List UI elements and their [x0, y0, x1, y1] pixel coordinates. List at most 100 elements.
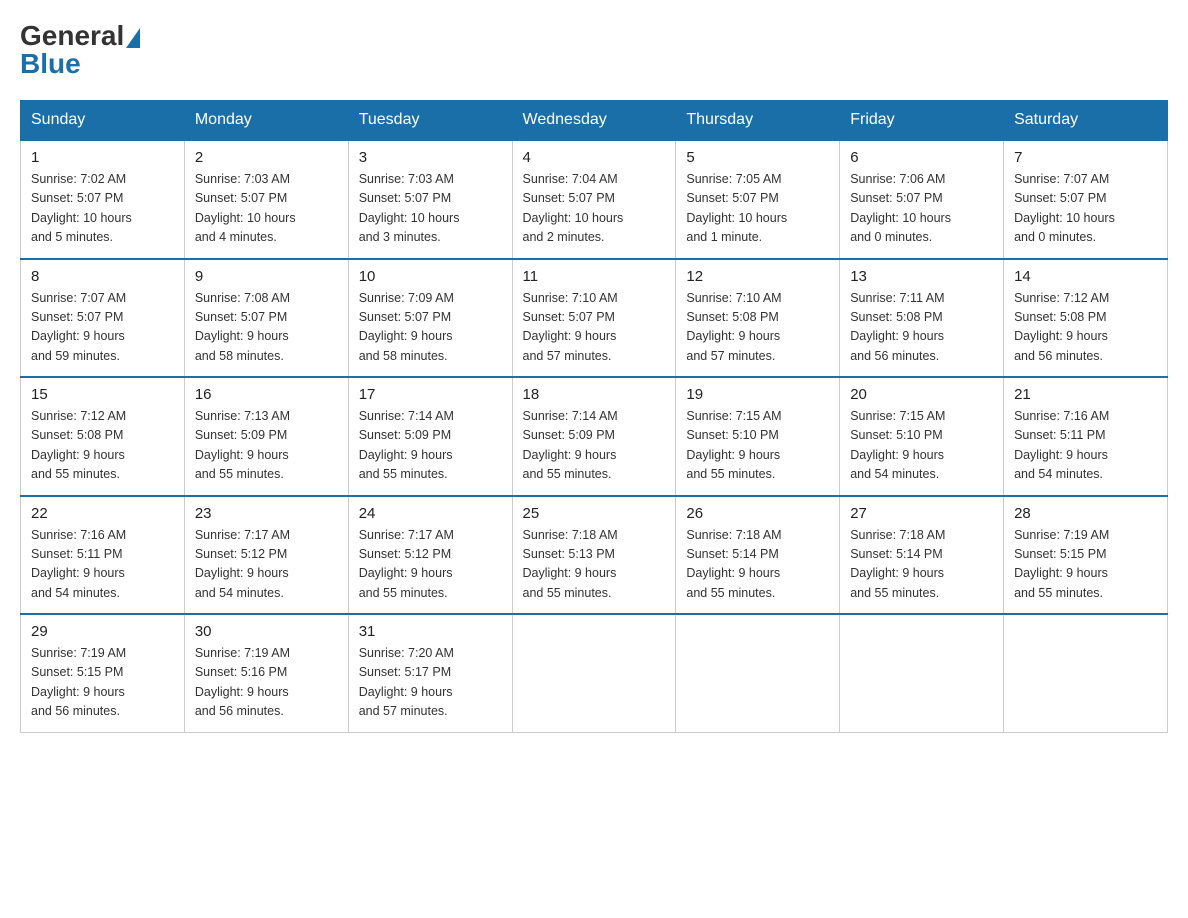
day-info: Sunrise: 7:14 AMSunset: 5:09 PMDaylight:… — [523, 407, 666, 485]
day-info: Sunrise: 7:03 AMSunset: 5:07 PMDaylight:… — [195, 170, 338, 248]
day-info: Sunrise: 7:17 AMSunset: 5:12 PMDaylight:… — [359, 526, 502, 604]
day-info: Sunrise: 7:08 AMSunset: 5:07 PMDaylight:… — [195, 289, 338, 367]
page-header: General Blue — [20, 20, 1168, 80]
day-number: 23 — [195, 505, 338, 522]
day-number: 9 — [195, 268, 338, 285]
calendar-cell: 29 Sunrise: 7:19 AMSunset: 5:15 PMDaylig… — [21, 614, 185, 732]
day-number: 5 — [686, 149, 829, 166]
day-number: 6 — [850, 149, 993, 166]
logo-triangle-icon — [126, 28, 140, 48]
calendar-cell: 25 Sunrise: 7:18 AMSunset: 5:13 PMDaylig… — [512, 496, 676, 615]
week-row-5: 29 Sunrise: 7:19 AMSunset: 5:15 PMDaylig… — [21, 614, 1168, 732]
day-info: Sunrise: 7:12 AMSunset: 5:08 PMDaylight:… — [31, 407, 174, 485]
day-number: 19 — [686, 386, 829, 403]
day-info: Sunrise: 7:13 AMSunset: 5:09 PMDaylight:… — [195, 407, 338, 485]
day-info: Sunrise: 7:17 AMSunset: 5:12 PMDaylight:… — [195, 526, 338, 604]
day-info: Sunrise: 7:04 AMSunset: 5:07 PMDaylight:… — [523, 170, 666, 248]
calendar-cell: 1 Sunrise: 7:02 AMSunset: 5:07 PMDayligh… — [21, 140, 185, 259]
calendar-cell: 13 Sunrise: 7:11 AMSunset: 5:08 PMDaylig… — [840, 259, 1004, 378]
day-info: Sunrise: 7:11 AMSunset: 5:08 PMDaylight:… — [850, 289, 993, 367]
day-info: Sunrise: 7:19 AMSunset: 5:15 PMDaylight:… — [31, 644, 174, 722]
day-number: 31 — [359, 623, 502, 640]
day-number: 3 — [359, 149, 502, 166]
day-number: 4 — [523, 149, 666, 166]
weekday-header-wednesday: Wednesday — [512, 101, 676, 141]
calendar-cell: 21 Sunrise: 7:16 AMSunset: 5:11 PMDaylig… — [1004, 377, 1168, 496]
day-info: Sunrise: 7:10 AMSunset: 5:07 PMDaylight:… — [523, 289, 666, 367]
weekday-header-tuesday: Tuesday — [348, 101, 512, 141]
calendar-cell — [1004, 614, 1168, 732]
day-info: Sunrise: 7:16 AMSunset: 5:11 PMDaylight:… — [31, 526, 174, 604]
day-number: 21 — [1014, 386, 1157, 403]
day-info: Sunrise: 7:14 AMSunset: 5:09 PMDaylight:… — [359, 407, 502, 485]
calendar-cell: 19 Sunrise: 7:15 AMSunset: 5:10 PMDaylig… — [676, 377, 840, 496]
day-number: 28 — [1014, 505, 1157, 522]
day-info: Sunrise: 7:18 AMSunset: 5:13 PMDaylight:… — [523, 526, 666, 604]
day-info: Sunrise: 7:18 AMSunset: 5:14 PMDaylight:… — [850, 526, 993, 604]
day-number: 8 — [31, 268, 174, 285]
logo: General Blue — [20, 20, 140, 80]
day-info: Sunrise: 7:10 AMSunset: 5:08 PMDaylight:… — [686, 289, 829, 367]
calendar-cell — [840, 614, 1004, 732]
calendar-cell: 31 Sunrise: 7:20 AMSunset: 5:17 PMDaylig… — [348, 614, 512, 732]
day-info: Sunrise: 7:15 AMSunset: 5:10 PMDaylight:… — [686, 407, 829, 485]
calendar-cell: 9 Sunrise: 7:08 AMSunset: 5:07 PMDayligh… — [184, 259, 348, 378]
calendar-cell: 16 Sunrise: 7:13 AMSunset: 5:09 PMDaylig… — [184, 377, 348, 496]
day-info: Sunrise: 7:12 AMSunset: 5:08 PMDaylight:… — [1014, 289, 1157, 367]
calendar-cell — [512, 614, 676, 732]
calendar-cell: 2 Sunrise: 7:03 AMSunset: 5:07 PMDayligh… — [184, 140, 348, 259]
day-info: Sunrise: 7:18 AMSunset: 5:14 PMDaylight:… — [686, 526, 829, 604]
calendar-cell: 11 Sunrise: 7:10 AMSunset: 5:07 PMDaylig… — [512, 259, 676, 378]
day-info: Sunrise: 7:05 AMSunset: 5:07 PMDaylight:… — [686, 170, 829, 248]
day-info: Sunrise: 7:16 AMSunset: 5:11 PMDaylight:… — [1014, 407, 1157, 485]
day-number: 14 — [1014, 268, 1157, 285]
weekday-header-sunday: Sunday — [21, 101, 185, 141]
calendar-cell: 22 Sunrise: 7:16 AMSunset: 5:11 PMDaylig… — [21, 496, 185, 615]
calendar-cell: 5 Sunrise: 7:05 AMSunset: 5:07 PMDayligh… — [676, 140, 840, 259]
day-info: Sunrise: 7:20 AMSunset: 5:17 PMDaylight:… — [359, 644, 502, 722]
day-info: Sunrise: 7:19 AMSunset: 5:16 PMDaylight:… — [195, 644, 338, 722]
day-number: 7 — [1014, 149, 1157, 166]
day-info: Sunrise: 7:06 AMSunset: 5:07 PMDaylight:… — [850, 170, 993, 248]
day-info: Sunrise: 7:07 AMSunset: 5:07 PMDaylight:… — [31, 289, 174, 367]
week-row-4: 22 Sunrise: 7:16 AMSunset: 5:11 PMDaylig… — [21, 496, 1168, 615]
day-number: 10 — [359, 268, 502, 285]
day-number: 1 — [31, 149, 174, 166]
calendar-cell: 23 Sunrise: 7:17 AMSunset: 5:12 PMDaylig… — [184, 496, 348, 615]
weekday-header-thursday: Thursday — [676, 101, 840, 141]
calendar-cell: 24 Sunrise: 7:17 AMSunset: 5:12 PMDaylig… — [348, 496, 512, 615]
day-info: Sunrise: 7:02 AMSunset: 5:07 PMDaylight:… — [31, 170, 174, 248]
calendar-cell: 7 Sunrise: 7:07 AMSunset: 5:07 PMDayligh… — [1004, 140, 1168, 259]
day-number: 30 — [195, 623, 338, 640]
day-number: 12 — [686, 268, 829, 285]
calendar-cell: 28 Sunrise: 7:19 AMSunset: 5:15 PMDaylig… — [1004, 496, 1168, 615]
calendar-cell: 15 Sunrise: 7:12 AMSunset: 5:08 PMDaylig… — [21, 377, 185, 496]
day-number: 25 — [523, 505, 666, 522]
day-info: Sunrise: 7:07 AMSunset: 5:07 PMDaylight:… — [1014, 170, 1157, 248]
day-number: 24 — [359, 505, 502, 522]
calendar-cell: 10 Sunrise: 7:09 AMSunset: 5:07 PMDaylig… — [348, 259, 512, 378]
day-number: 16 — [195, 386, 338, 403]
calendar-cell: 18 Sunrise: 7:14 AMSunset: 5:09 PMDaylig… — [512, 377, 676, 496]
week-row-3: 15 Sunrise: 7:12 AMSunset: 5:08 PMDaylig… — [21, 377, 1168, 496]
day-number: 29 — [31, 623, 174, 640]
day-info: Sunrise: 7:03 AMSunset: 5:07 PMDaylight:… — [359, 170, 502, 248]
calendar-cell: 6 Sunrise: 7:06 AMSunset: 5:07 PMDayligh… — [840, 140, 1004, 259]
day-number: 17 — [359, 386, 502, 403]
calendar-cell: 17 Sunrise: 7:14 AMSunset: 5:09 PMDaylig… — [348, 377, 512, 496]
logo-blue-text: Blue — [20, 48, 81, 80]
day-number: 15 — [31, 386, 174, 403]
day-number: 13 — [850, 268, 993, 285]
calendar-cell: 8 Sunrise: 7:07 AMSunset: 5:07 PMDayligh… — [21, 259, 185, 378]
weekday-header-row: SundayMondayTuesdayWednesdayThursdayFrid… — [21, 101, 1168, 141]
weekday-header-saturday: Saturday — [1004, 101, 1168, 141]
day-number: 2 — [195, 149, 338, 166]
week-row-1: 1 Sunrise: 7:02 AMSunset: 5:07 PMDayligh… — [21, 140, 1168, 259]
day-info: Sunrise: 7:15 AMSunset: 5:10 PMDaylight:… — [850, 407, 993, 485]
week-row-2: 8 Sunrise: 7:07 AMSunset: 5:07 PMDayligh… — [21, 259, 1168, 378]
day-number: 18 — [523, 386, 666, 403]
calendar-cell: 30 Sunrise: 7:19 AMSunset: 5:16 PMDaylig… — [184, 614, 348, 732]
calendar-cell — [676, 614, 840, 732]
weekday-header-friday: Friday — [840, 101, 1004, 141]
calendar-cell: 4 Sunrise: 7:04 AMSunset: 5:07 PMDayligh… — [512, 140, 676, 259]
